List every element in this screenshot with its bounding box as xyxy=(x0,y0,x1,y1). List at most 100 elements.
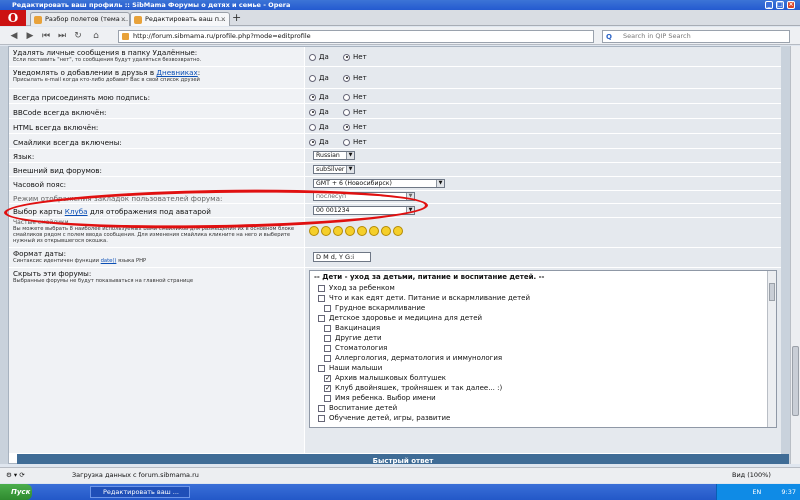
smiley-icon[interactable] xyxy=(309,226,319,236)
row-hide-forums-label: Скрыть эти форумы: Выбранные форумы не б… xyxy=(9,268,304,454)
row-delete-pm-label: Удалять личные сообщения в папку Удалённ… xyxy=(9,47,304,67)
row-style-label: Внешний вид форумов: xyxy=(9,163,304,177)
opera-logo-icon[interactable]: O xyxy=(0,10,26,26)
radio-no[interactable]: Нет xyxy=(343,108,367,116)
tab-forum-thread[interactable]: Разбор полетов (тема ... × xyxy=(30,12,130,26)
radio-no[interactable]: Нет xyxy=(343,93,367,101)
row-date-format-label: Формат даты: Синтаксис идентичен функции… xyxy=(9,248,304,268)
minimize-icon[interactable]: _ xyxy=(765,1,773,9)
checkbox-icon xyxy=(324,334,331,342)
smiley-icon[interactable] xyxy=(393,226,403,236)
status-tools-icon[interactable]: ⚙ ▾ ⟳ xyxy=(6,468,25,483)
zoom-level[interactable]: Вид (100%) xyxy=(732,468,771,483)
clock: 9:37 xyxy=(781,488,796,496)
language-select[interactable]: Russian ▼ xyxy=(313,151,355,160)
radio-yes[interactable]: Да xyxy=(309,53,329,61)
reload-icon[interactable]: ↻ xyxy=(72,30,84,42)
radio-no[interactable]: Нет xyxy=(343,53,367,61)
smiley-icon[interactable] xyxy=(333,226,343,236)
radio-no[interactable]: Нет xyxy=(343,74,367,82)
forum-multiselect[interactable]: -- Дети - уход за детьми, питание и восп… xyxy=(309,270,777,428)
row-club-card-label: Выбор карты Клуба для отображения под ав… xyxy=(9,204,304,218)
checkbox-icon xyxy=(324,394,331,402)
checkbox-icon xyxy=(318,404,325,412)
taskbar-item-opera[interactable]: Редактировать ваш ... xyxy=(90,486,190,498)
row-language-label: Язык: xyxy=(9,149,304,163)
tab-edit-profile[interactable]: Редактировать ваш п... × xyxy=(130,12,230,26)
radio-yes[interactable]: Да xyxy=(309,108,329,116)
club-link[interactable]: Клуба xyxy=(65,207,88,216)
smiley-icon[interactable] xyxy=(357,226,367,236)
smiley-icon[interactable] xyxy=(369,226,379,236)
page-scrollbar[interactable] xyxy=(790,46,800,464)
radio-no[interactable]: Нет xyxy=(343,138,367,146)
row-delete-pm-options: Да Нет xyxy=(305,47,781,67)
page-icon xyxy=(122,33,129,40)
close-tab-icon[interactable]: × xyxy=(221,13,226,26)
row-bookmarks-label: Режим отображения закладок пользователей… xyxy=(9,191,304,204)
quick-reply-bar[interactable]: Быстрый ответ xyxy=(17,454,789,464)
diary-link[interactable]: Дневниках xyxy=(156,68,197,77)
chevron-down-icon: ▼ xyxy=(406,193,414,200)
forum-category-header: -- Дети - уход за детьми, питание и восп… xyxy=(314,273,545,281)
forum-item[interactable]: Обучение детей, игры, развитие xyxy=(318,413,450,424)
page-content: Удалять личные сообщения в папку Удалённ… xyxy=(0,46,790,464)
row-style-field xyxy=(305,163,781,177)
forward-icon[interactable]: ▶ xyxy=(24,30,36,42)
start-button[interactable]: Пуск xyxy=(0,484,32,500)
smiley-icon[interactable] xyxy=(381,226,391,236)
chevron-down-icon: ▼ xyxy=(346,166,354,173)
row-frequent-smileys-label: Частые смайлики Вы можете выбрать 8 наиб… xyxy=(9,218,304,248)
radio-yes[interactable]: Да xyxy=(309,74,329,82)
checkbox-icon xyxy=(318,314,325,322)
row-frequent-smileys-field xyxy=(305,218,781,248)
window-title: Редактировать ваш профиль :: SibMama Фор… xyxy=(0,0,800,10)
checkbox-icon xyxy=(324,344,331,352)
checkbox-icon xyxy=(324,354,331,362)
row-signature-options: Да Нет xyxy=(305,89,781,104)
fast-forward-icon[interactable]: ⏭ xyxy=(56,30,68,42)
date-format-input[interactable]: D M d, Y G:i xyxy=(313,252,371,262)
new-tab-button[interactable]: + xyxy=(232,12,241,24)
row-bbcode-label: BBCode всегда включён: xyxy=(9,104,304,119)
row-notify-friends-options: Да Нет xyxy=(305,67,781,89)
checkbox-checked-icon xyxy=(324,373,331,384)
row-language-field xyxy=(305,149,781,163)
profile-form-table: Удалять личные сообщения в папку Удалённ… xyxy=(8,46,789,464)
row-bbcode-options: Да Нет xyxy=(305,104,781,119)
radio-yes[interactable]: Да xyxy=(309,123,329,131)
favicon-icon xyxy=(34,16,42,24)
timezone-select[interactable]: GMT + 6 (Новосибирск) ▼ xyxy=(313,179,445,188)
checkbox-checked-icon xyxy=(324,383,331,394)
chevron-down-icon: ▼ xyxy=(406,207,414,214)
bookmarks-select[interactable]: послесуп ▼ xyxy=(313,192,415,201)
tab-label: Разбор полетов (тема ... xyxy=(45,15,129,23)
home-icon[interactable]: ⌂ xyxy=(90,30,102,42)
forum-list-scrollbar[interactable] xyxy=(767,271,776,427)
row-signature-label: Всегда присоединять мою подпись: xyxy=(9,89,304,104)
row-html-label: HTML всегда включён: xyxy=(9,119,304,134)
back-icon[interactable]: ◀ xyxy=(8,30,20,42)
radio-no[interactable]: Нет xyxy=(343,123,367,131)
search-input[interactable]: Q Search in QIP Search xyxy=(602,30,790,43)
radio-yes[interactable]: Да xyxy=(309,138,329,146)
checkbox-icon xyxy=(318,294,325,302)
close-icon[interactable]: × xyxy=(787,1,795,9)
checkbox-icon xyxy=(318,284,325,292)
address-input[interactable]: http://forum.sibmama.ru/profile.php?mode… xyxy=(118,30,594,43)
radio-yes[interactable]: Да xyxy=(309,93,329,101)
checkbox-icon xyxy=(318,364,325,372)
chevron-down-icon: ▼ xyxy=(346,152,354,159)
maximize-icon[interactable]: □ xyxy=(776,1,784,9)
status-text: Загрузка данных с forum.sibmama.ru xyxy=(72,471,199,479)
club-card-select[interactable]: 00 001234 ▼ xyxy=(313,206,415,215)
rewind-icon[interactable]: ⏮ xyxy=(40,30,52,42)
tab-label: Редактировать ваш п... xyxy=(145,15,226,23)
smiley-icon[interactable] xyxy=(321,226,331,236)
style-select[interactable]: subSilver ▼ xyxy=(313,165,355,174)
date-function-link[interactable]: date() xyxy=(101,258,117,264)
smiley-icon[interactable] xyxy=(345,226,355,236)
language-indicator[interactable]: EN xyxy=(752,488,761,496)
close-tab-icon[interactable]: × xyxy=(121,13,126,26)
search-engine-icon[interactable]: Q xyxy=(606,32,612,43)
